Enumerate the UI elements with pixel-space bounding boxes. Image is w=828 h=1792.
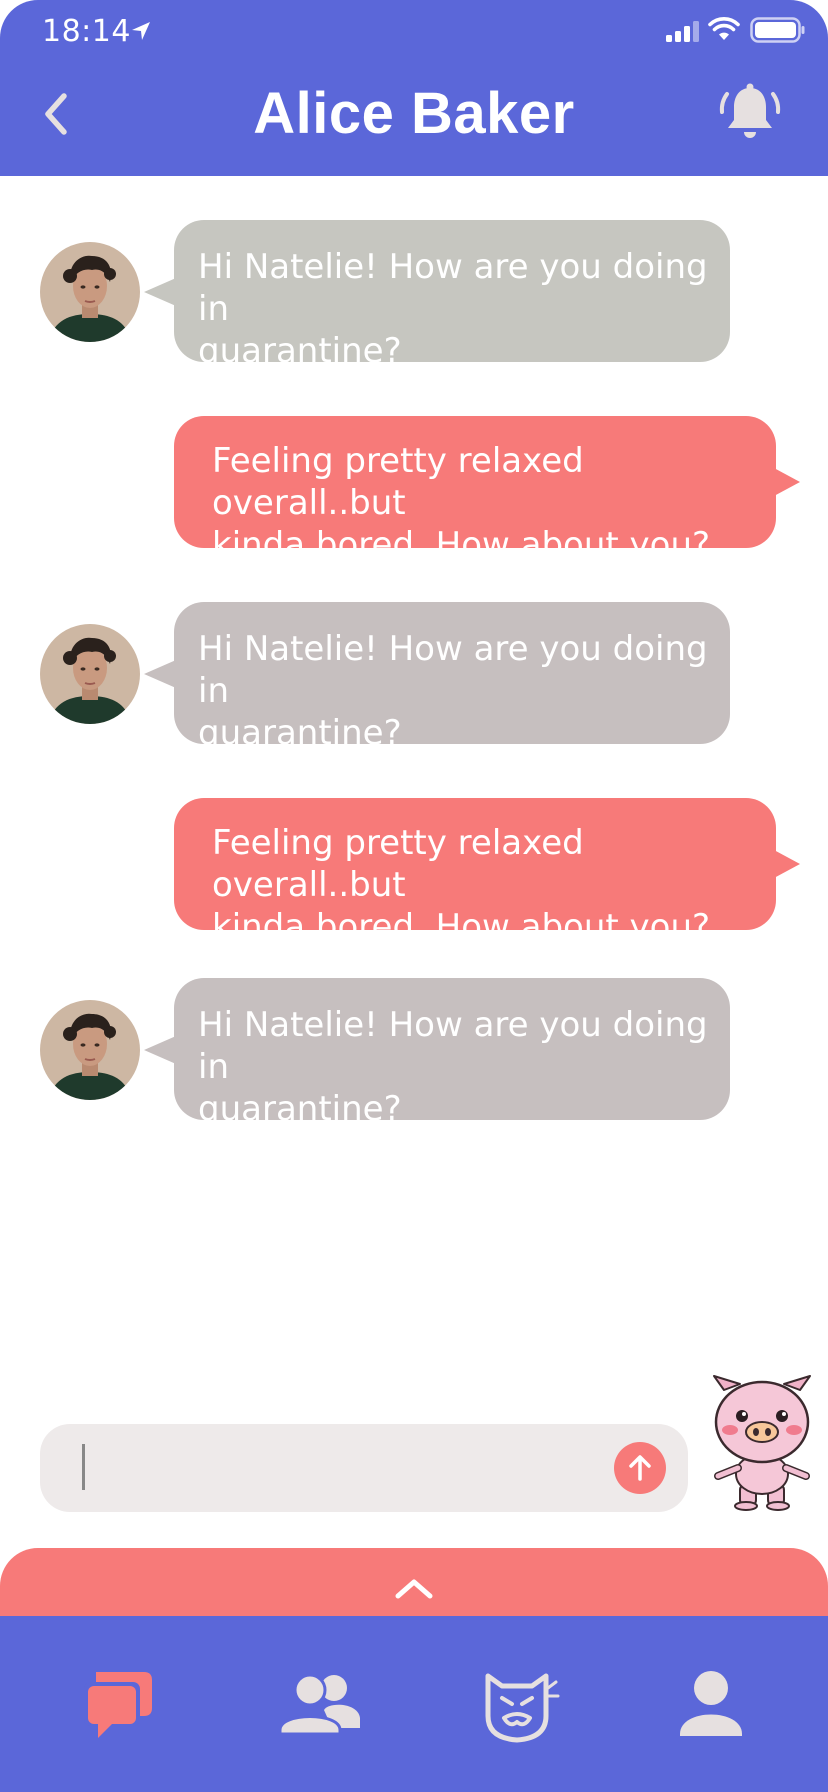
message-text-line: Feeling pretty relaxed overall..but — [212, 823, 584, 905]
text-caret — [82, 1444, 85, 1490]
message-text-line: Hi Natelie! How are you doing in — [198, 1005, 708, 1087]
battery-icon — [750, 17, 805, 43]
message-bubble-outgoing: Feeling pretty relaxed overall..but kind… — [174, 798, 800, 947]
message-bubble-incoming: Hi Natelie! How are you doing in quarant… — [144, 978, 730, 1129]
friends-icon[interactable] — [274, 1666, 364, 1746]
avatar-image — [40, 624, 140, 724]
avatar — [40, 242, 140, 342]
message-text-line: Hi Natelie! How are you doing in — [198, 629, 708, 711]
message-text-line: kinda bored. How about you? — [212, 907, 711, 947]
chevron-up-icon — [395, 1579, 433, 1599]
message-text-line: Hi Natelie! How are you doing in — [198, 247, 708, 329]
message-bubble-outgoing: Feeling pretty relaxed overall..but kind… — [174, 416, 800, 565]
message-input[interactable] — [40, 1424, 688, 1512]
message-text-line: quarantine? — [198, 713, 402, 753]
message-text-line: quarantine? — [198, 331, 402, 371]
location-arrow-icon — [132, 22, 150, 40]
message-text-line: Feeling pretty relaxed overall..but — [212, 441, 584, 523]
profile-icon[interactable] — [666, 1666, 756, 1746]
send-button[interactable] — [614, 1442, 666, 1494]
message-text-line: quarantine? — [198, 1089, 402, 1129]
message-bubble-incoming: Hi Natelie! How are you doing in quarant… — [144, 602, 730, 753]
avatar-image — [40, 242, 140, 342]
avatar-image — [40, 1000, 140, 1100]
wifi-icon — [708, 17, 740, 40]
chat-screen: 18:14 Alice Baker Hi Natelie! How are yo… — [0, 0, 828, 1792]
header-bar: 18:14 Alice Baker — [0, 0, 828, 176]
message-bubble-incoming: Hi Natelie! How are you doing in quarant… — [144, 220, 730, 371]
page-title: Alice Baker — [253, 81, 575, 146]
bottom-tab-bar — [0, 1616, 828, 1792]
bell-icon[interactable] — [718, 82, 782, 144]
cellular-signal-icon — [666, 21, 699, 42]
cat-mask-icon[interactable] — [472, 1666, 562, 1746]
avatar — [40, 624, 140, 724]
avatar — [40, 1000, 140, 1100]
status-time: 18:14 — [42, 14, 131, 49]
arrow-up-icon — [629, 1455, 651, 1481]
pig-sticker-icon[interactable] — [706, 1372, 818, 1512]
chat-bubbles-icon[interactable] — [70, 1666, 160, 1746]
message-text-line: kinda bored. How about you? — [212, 525, 711, 565]
